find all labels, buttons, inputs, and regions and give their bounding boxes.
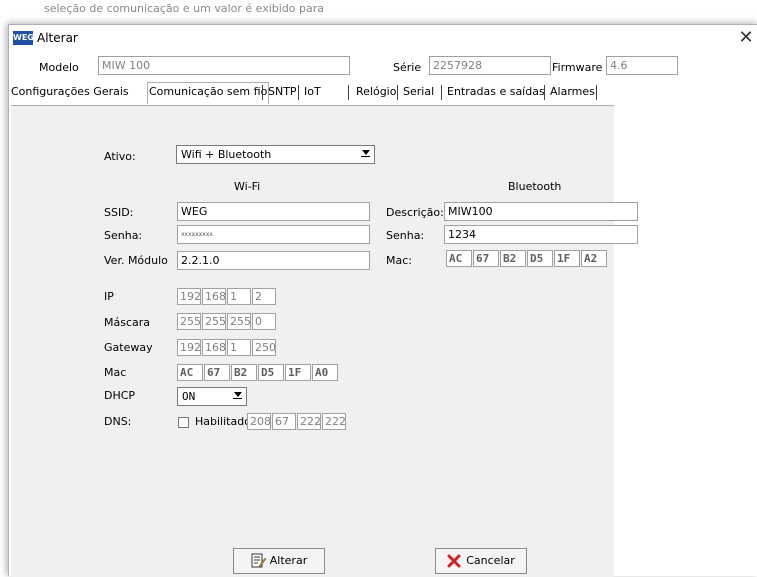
mac-octet[interactable]: 67: [204, 364, 230, 381]
modelo-label: Modelo: [39, 61, 79, 74]
dhcp-select-value: ON: [182, 390, 196, 403]
tab-sntp[interactable]: SNTP: [267, 83, 298, 103]
dns-octet[interactable]: 67: [272, 413, 296, 430]
tab-separator: [441, 85, 442, 100]
mascara-octet[interactable]: 255: [227, 313, 251, 330]
alterar-button[interactable]: Alterar: [233, 548, 325, 574]
ip-octet[interactable]: 2: [252, 288, 276, 305]
senha-input[interactable]: xxxxxxxxx: [177, 225, 370, 244]
close-icon[interactable]: ✕: [735, 27, 757, 49]
tab-separator: [348, 85, 349, 100]
mascara-octet[interactable]: 255: [177, 313, 201, 330]
gateway-octet[interactable]: 1: [227, 339, 251, 356]
ip-address: 192 168 1 2: [177, 288, 277, 305]
cancelar-button[interactable]: Cancelar: [435, 548, 527, 574]
dns-checkbox-label: Habilitado: [195, 415, 251, 428]
tab-configuracoes-gerais[interactable]: Configurações Gerais: [10, 83, 130, 103]
weg-logo-icon: WEG: [13, 31, 34, 45]
ssid-input[interactable]: WEG: [177, 202, 370, 221]
dhcp-select[interactable]: ON: [177, 387, 247, 406]
dns-octet[interactable]: 222: [322, 413, 346, 430]
alterar-dialog: WEG Alterar ✕ Modelo MIW 100 Série 22579…: [8, 24, 757, 577]
gateway-label: Gateway: [104, 341, 153, 354]
dns-octet[interactable]: 222: [297, 413, 321, 430]
dns-label: DNS:: [104, 415, 132, 428]
chevron-down-icon: [234, 392, 242, 397]
tab-strip: Configurações Gerais Comunicação sem fio…: [9, 82, 757, 105]
mascara-octet[interactable]: 0: [252, 313, 276, 330]
modelo-field[interactable]: MIW 100: [98, 56, 350, 75]
chevron-down-icon: [362, 150, 370, 155]
gateway-octet[interactable]: 250: [252, 339, 276, 356]
bt-mac-octet[interactable]: AC: [446, 250, 472, 267]
ver-modulo-label: Ver. Módulo: [104, 254, 168, 267]
mac-label: Mac: [104, 366, 127, 379]
bt-mac-address: AC 67 B2 D5 1F A2: [446, 250, 607, 267]
gateway-address: 192 168 1 250: [177, 339, 277, 356]
mac-octet[interactable]: B2: [231, 364, 257, 381]
bt-mac-octet[interactable]: A2: [581, 250, 607, 267]
ativo-label: Ativo:: [104, 150, 136, 163]
bt-mac-label: Mac:: [386, 254, 412, 267]
mac-octet[interactable]: A0: [312, 364, 338, 381]
firmware-field[interactable]: 4.6: [606, 56, 678, 75]
bt-mac-octet[interactable]: 67: [473, 250, 499, 267]
background-text: seleção de comunicação e um valor é exib…: [44, 3, 325, 15]
title-bar: WEG Alterar ✕: [9, 25, 757, 53]
tab-iot[interactable]: IoT: [303, 83, 322, 103]
ssid-label: SSID:: [104, 206, 134, 219]
serie-label: Série: [393, 61, 422, 74]
mascara-octet[interactable]: 255: [202, 313, 226, 330]
tab-separator: [262, 85, 263, 100]
tab-separator: [397, 85, 398, 100]
descricao-label: Descrição:: [386, 206, 444, 219]
dns-octet[interactable]: 208: [247, 413, 271, 430]
dropdown-underline-icon: [233, 398, 242, 399]
ip-octet[interactable]: 1: [227, 288, 251, 305]
ip-label: IP: [104, 290, 114, 303]
bt-mac-octet[interactable]: B2: [500, 250, 526, 267]
mac-octet[interactable]: AC: [177, 364, 203, 381]
serie-field[interactable]: 2257928: [429, 56, 551, 75]
bt-mac-octet[interactable]: D5: [527, 250, 553, 267]
ver-modulo-input[interactable]: 2.2.1.0: [177, 251, 370, 270]
bt-senha-input[interactable]: 1234: [444, 225, 638, 244]
dns-checkbox[interactable]: [178, 417, 189, 428]
dhcp-label: DHCP: [104, 389, 136, 402]
tab-serial[interactable]: Serial: [402, 83, 435, 103]
tab-entradas-e-saidas[interactable]: Entradas e saídas: [446, 83, 546, 103]
red-x-icon: [447, 553, 461, 568]
mac-address: AC 67 B2 D5 1F A0: [177, 364, 338, 381]
edit-document-icon: [251, 553, 267, 568]
ip-octet[interactable]: 168: [202, 288, 226, 305]
bluetooth-heading: Bluetooth: [508, 180, 562, 193]
ip-octet[interactable]: 192: [177, 288, 201, 305]
mascara-label: Máscara: [104, 316, 151, 329]
dns-address: 208 67 222 222: [247, 413, 347, 430]
tab-separator: [298, 85, 299, 100]
cancelar-button-label: Cancelar: [466, 554, 515, 567]
window-title: Alterar: [37, 31, 78, 45]
dropdown-underline-icon: [361, 156, 370, 157]
ativo-select[interactable]: Wifi + Bluetooth: [176, 145, 375, 164]
gateway-octet[interactable]: 192: [177, 339, 201, 356]
mac-octet[interactable]: 1F: [285, 364, 311, 381]
mascara-address: 255 255 255 0: [177, 313, 277, 330]
tab-separator: [596, 85, 597, 100]
gateway-octet[interactable]: 168: [202, 339, 226, 356]
mac-octet[interactable]: D5: [258, 364, 284, 381]
senha-label: Senha:: [104, 229, 143, 242]
ativo-select-value: Wifi + Bluetooth: [181, 148, 272, 161]
descricao-input[interactable]: MIW100: [444, 202, 638, 221]
tab-panel-comunicacao: Ativo: Wifi + Bluetooth Wi-Fi Bluetooth …: [11, 105, 638, 577]
firmware-label: Firmware: [552, 61, 603, 74]
alterar-button-label: Alterar: [269, 554, 308, 567]
tab-alarmes[interactable]: Alarmes: [549, 83, 596, 103]
bt-mac-octet[interactable]: 1F: [554, 250, 580, 267]
tab-comunicacao-sem-fio[interactable]: Comunicação sem fio: [147, 82, 270, 104]
bt-senha-label: Senha:: [386, 229, 425, 242]
wifi-heading: Wi-Fi: [234, 180, 261, 193]
tab-separator: [544, 85, 545, 100]
tab-relogio[interactable]: Relógio: [355, 83, 397, 103]
